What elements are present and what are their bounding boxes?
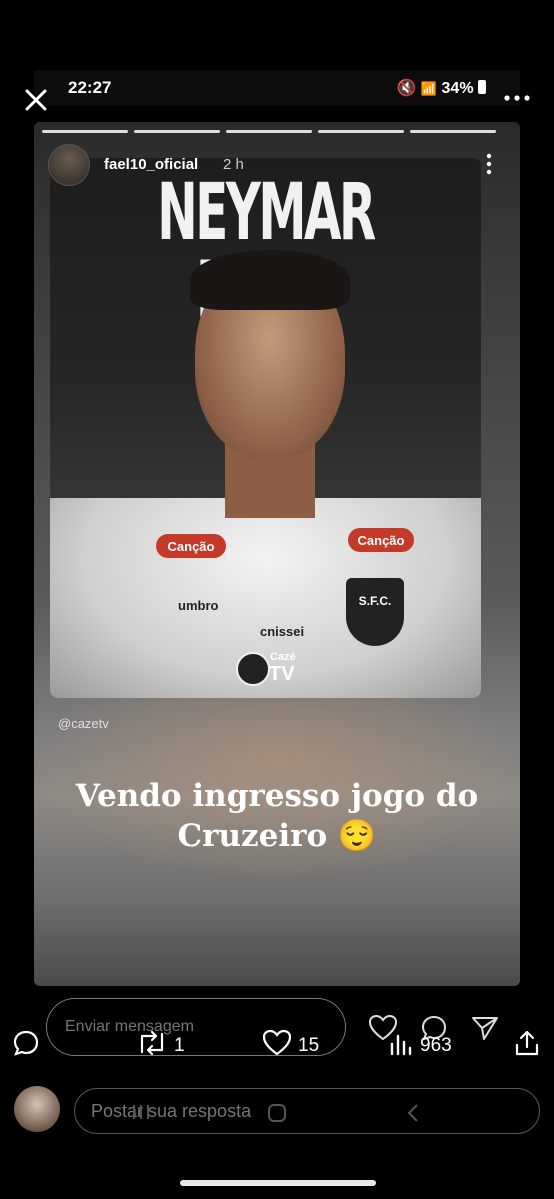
share-icon <box>514 1029 540 1063</box>
views-icon <box>388 1030 414 1062</box>
more-options-icon[interactable] <box>502 88 532 108</box>
story-progress-segment <box>42 130 128 133</box>
recents-nav-icon[interactable] <box>130 1102 152 1128</box>
story-progress-segment <box>134 130 220 133</box>
like-count: 15 <box>298 1035 320 1056</box>
story-avatar[interactable] <box>48 144 90 186</box>
story-send-icon[interactable] <box>470 1014 500 1042</box>
story-progress-segment <box>318 130 404 133</box>
views-action[interactable]: 963 <box>388 1032 452 1060</box>
story-time: 2 h <box>223 156 244 173</box>
player-hair <box>190 250 350 310</box>
story-progress-segment <box>226 130 312 133</box>
story-progress-segment <box>410 130 496 133</box>
sponsor-badge-right: Canção <box>348 528 414 552</box>
home-indicator[interactable] <box>180 1180 376 1186</box>
shirt-sponsor-label: cnissei <box>260 624 305 639</box>
close-icon[interactable] <box>20 84 52 116</box>
caze-logo-large: TV <box>269 663 295 685</box>
kit-brand-label: umbro <box>178 598 219 613</box>
sponsor-badge-left: Canção <box>156 534 226 558</box>
post-image[interactable]: NEYMAR FORA Canção Canção umbro cnissei … <box>50 158 481 698</box>
user-avatar[interactable] <box>14 1086 60 1132</box>
story-menu-icon[interactable] <box>484 152 494 176</box>
battery-icon <box>478 80 486 94</box>
battery-text: 34% <box>441 80 474 97</box>
reply-action[interactable] <box>12 1029 40 1063</box>
mute-icon: 🔇 <box>396 80 417 97</box>
retweet-icon <box>136 1030 168 1062</box>
retweet-action[interactable]: 1 <box>136 1030 185 1062</box>
caze-logo-small: Cazé <box>270 651 296 663</box>
comment-icon <box>12 1029 40 1063</box>
status-indicators: 🔇 📶 34% <box>396 78 486 98</box>
retweet-count: 1 <box>174 1035 185 1056</box>
like-action[interactable]: 15 <box>262 1029 320 1063</box>
story-username[interactable]: fael10_oficial <box>104 156 198 173</box>
status-time: 22:27 <box>68 78 112 97</box>
story-caption: Vendo ingresso jogo do Cruzeiro 😌 <box>75 778 479 854</box>
heart-icon <box>262 1029 292 1063</box>
post-source-handle: @cazetv <box>58 716 109 731</box>
wifi-icon: 📶 <box>420 81 438 96</box>
views-count: 963 <box>420 1035 452 1056</box>
club-crest: S.F.C. <box>346 578 404 646</box>
share-action[interactable] <box>514 1029 540 1063</box>
caze-logo-icon <box>236 652 270 686</box>
home-nav-icon[interactable] <box>266 1102 288 1130</box>
back-nav-icon[interactable] <box>404 1102 422 1130</box>
